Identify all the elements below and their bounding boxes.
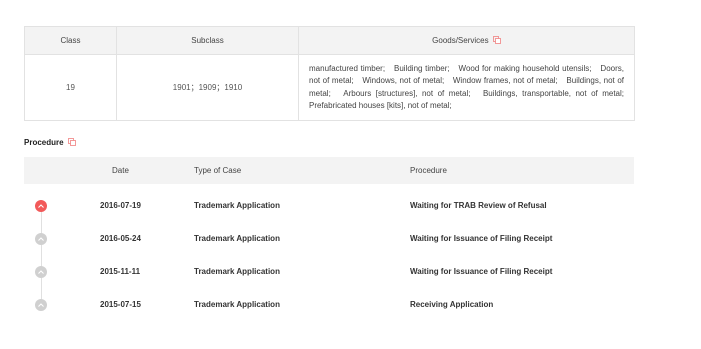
goods-value: manufactured timber; Building timber; Wo…	[298, 54, 635, 121]
procedure-type: Trademark Application	[194, 267, 280, 276]
procedure-header: Procedure	[410, 166, 447, 175]
chevron-up-icon	[35, 233, 47, 245]
class-header: Class	[24, 26, 117, 55]
chevron-up-icon	[35, 266, 47, 278]
procedure-row: 2016-07-19 Trademark Application Waiting…	[24, 198, 634, 214]
procedure-date: 2015-11-11	[100, 267, 141, 276]
procedure-date: 2015-07-15	[100, 300, 141, 309]
chevron-up-icon	[35, 299, 47, 311]
procedure-date: 2016-05-24	[100, 234, 141, 243]
goods-header-label: Goods/Services	[432, 36, 489, 45]
procedure-title: Procedure	[24, 138, 76, 147]
timeline-line	[41, 206, 42, 306]
goods-header: Goods/Services	[298, 26, 635, 55]
procedure-date: 2016-07-19	[100, 201, 141, 210]
copy-icon[interactable]	[67, 138, 76, 146]
procedure-status: Waiting for Issuance of Filing Receipt	[410, 267, 553, 276]
procedure-row: 2015-11-11 Trademark Application Waiting…	[24, 264, 634, 280]
copy-icon[interactable]	[492, 36, 501, 44]
goods-services-table: Class Subclass Goods/Services 19 1901；19…	[24, 26, 635, 121]
subclass-value: 1901；1909；1910	[116, 54, 299, 121]
procedure-status: Waiting for Issuance of Filing Receipt	[410, 234, 553, 243]
procedure-row: 2016-05-24 Trademark Application Waiting…	[24, 231, 634, 247]
procedure-title-label: Procedure	[24, 138, 64, 147]
procedure-type: Trademark Application	[194, 234, 280, 243]
class-value: 19	[24, 54, 117, 121]
procedure-row: 2015-07-15 Trademark Application Receivi…	[24, 297, 634, 313]
type-header: Type of Case	[194, 166, 242, 175]
subclass-header: Subclass	[116, 26, 299, 55]
chevron-up-icon	[35, 200, 47, 212]
procedure-status: Receiving Application	[410, 300, 494, 309]
procedure-type: Trademark Application	[194, 201, 280, 210]
procedure-table-header: Date Type of Case Procedure	[24, 157, 634, 184]
procedure-type: Trademark Application	[194, 300, 280, 309]
procedure-status: Waiting for TRAB Review of Refusal	[410, 201, 547, 210]
date-header: Date	[112, 166, 129, 175]
